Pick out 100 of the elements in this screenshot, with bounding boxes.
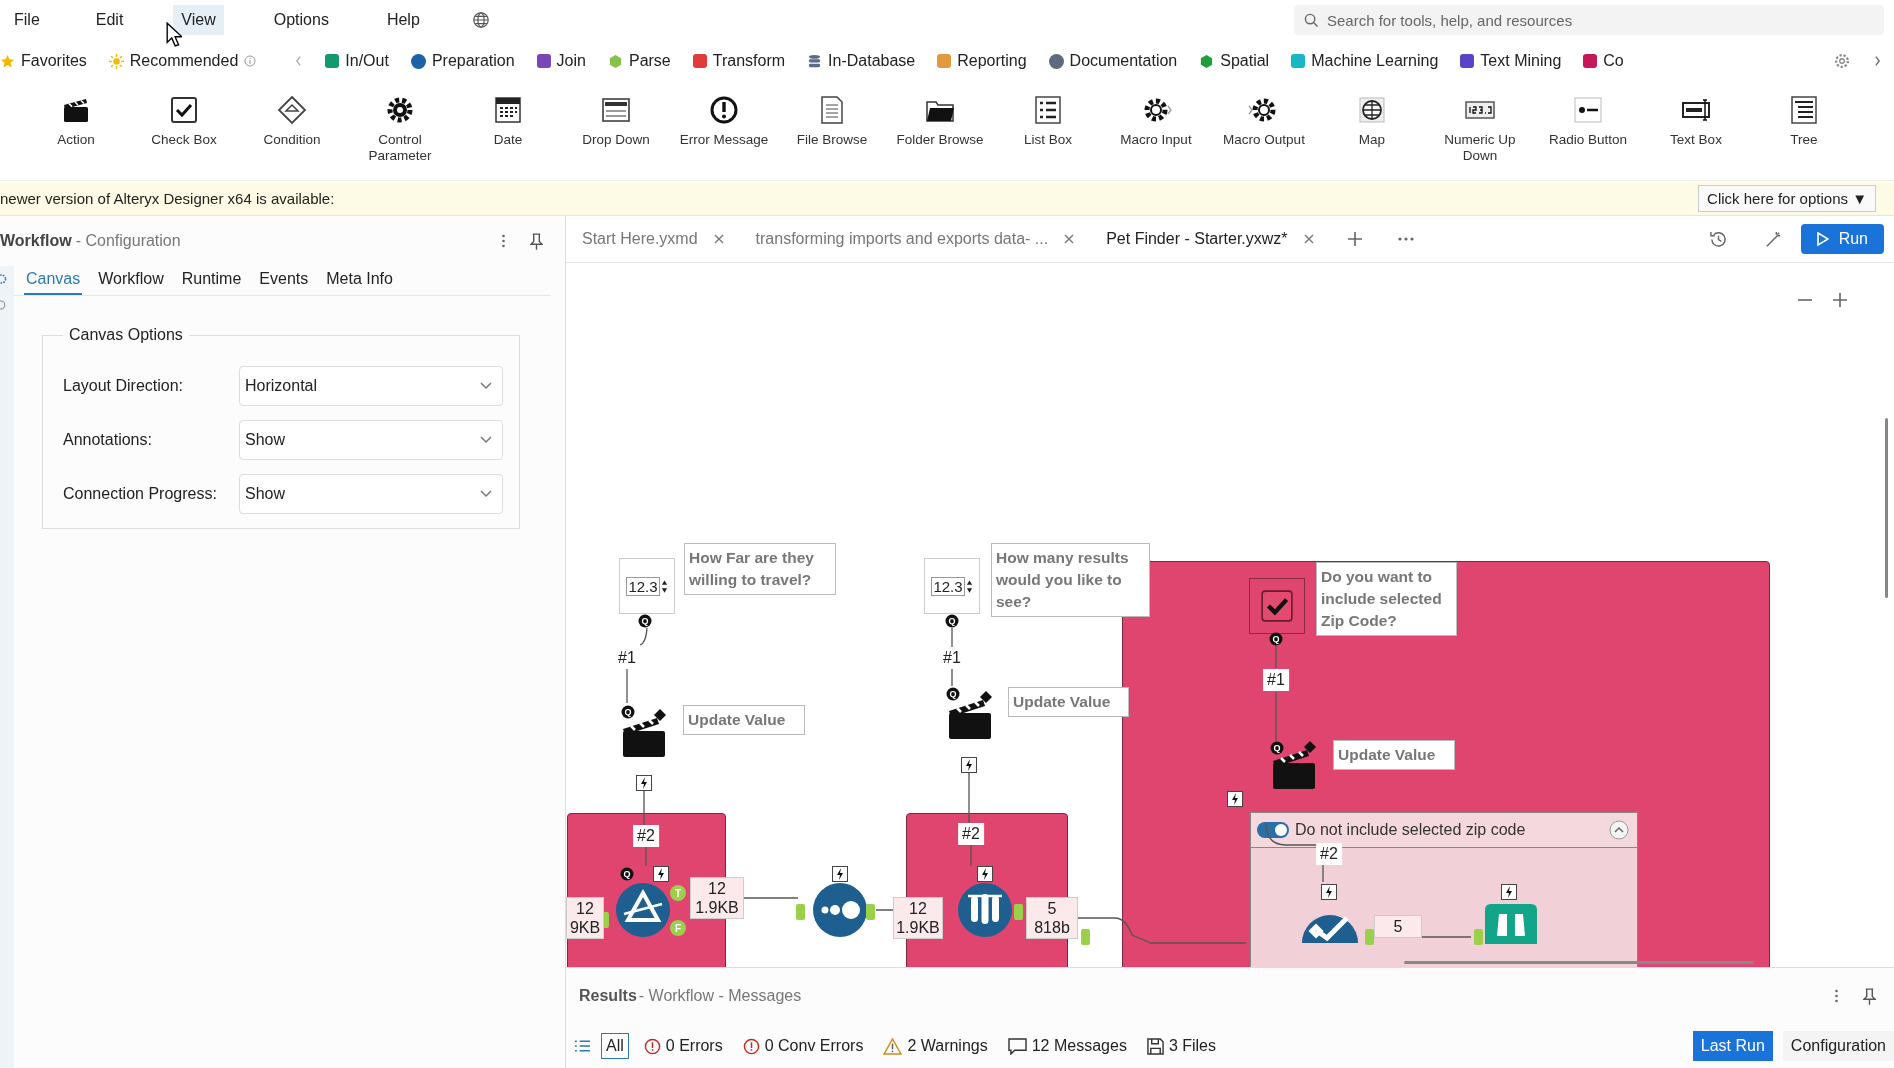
tool-button[interactable]: Macro Output	[1210, 82, 1318, 148]
question-anchor[interactable]: Q	[638, 614, 652, 628]
menu-item[interactable]: View	[173, 5, 224, 35]
category-tab[interactable]: Favorites	[0, 52, 98, 70]
tool-button[interactable]: File Browse	[778, 82, 886, 148]
info-icon[interactable]	[0, 298, 8, 312]
view-button[interactable]: Last Run	[1692, 1031, 1773, 1061]
tool-button[interactable]: List Box	[994, 82, 1102, 148]
chevron-right-icon[interactable]	[1873, 55, 1882, 67]
magic-wand-icon[interactable]	[1763, 229, 1783, 249]
question-anchor[interactable]: Q	[945, 614, 959, 628]
tool-button[interactable]: Drop Down	[562, 82, 670, 148]
tool-button[interactable]: Text Box	[1642, 82, 1750, 148]
question-anchor[interactable]: Q	[946, 687, 960, 701]
filter-tool-icon[interactable]	[616, 883, 670, 937]
category-tab[interactable]: Documentation	[1037, 52, 1189, 70]
pin-icon[interactable]	[1863, 987, 1876, 1005]
zoom-in-icon[interactable]	[1833, 293, 1847, 307]
test-tubes-tool-icon[interactable]	[958, 883, 1012, 937]
clapperboard-icon[interactable]	[947, 691, 995, 741]
lightning-icon[interactable]	[1501, 884, 1517, 900]
dots-tool-icon[interactable]	[813, 883, 867, 937]
clapperboard-icon[interactable]	[1271, 741, 1319, 791]
collapse-icon[interactable]	[1609, 820, 1629, 840]
filter-button[interactable]: 0 Errors	[638, 1033, 728, 1059]
tool-button[interactable]: Folder Browse	[886, 82, 994, 148]
category-tab[interactable]: Transform	[681, 52, 797, 70]
lightning-icon[interactable]	[1321, 884, 1337, 900]
numeric-tool[interactable]: 12.3	[924, 558, 980, 614]
category-tab[interactable]: In/Out	[314, 52, 400, 70]
input-anchor[interactable]	[1081, 929, 1090, 945]
pin-icon[interactable]	[530, 232, 543, 250]
dropdown-field[interactable]: Show	[239, 474, 503, 514]
globe-icon[interactable]	[471, 11, 490, 29]
view-button[interactable]: Configuration	[1782, 1031, 1894, 1061]
category-tab[interactable]: Preparation	[399, 52, 526, 70]
filter-button[interactable]: 0 Conv Errors	[737, 1033, 869, 1059]
config-tab[interactable]: Events	[257, 266, 311, 295]
lightning-icon[interactable]	[832, 866, 848, 882]
tool-button[interactable]: Tree	[1750, 82, 1858, 148]
filter-button[interactable]: 3 Files	[1141, 1033, 1221, 1059]
more-icon[interactable]	[1397, 237, 1414, 241]
config-tab[interactable]: Workflow	[96, 266, 166, 295]
list-icon[interactable]	[574, 1039, 591, 1053]
category-tab[interactable]: Co	[1572, 52, 1635, 70]
category-tab[interactable]: In-Database	[796, 52, 927, 70]
input-anchor[interactable]	[1474, 929, 1483, 945]
category-tab[interactable]: Parse	[596, 52, 682, 70]
more-options-icon[interactable]	[501, 233, 506, 249]
question-anchor[interactable]: Q	[621, 705, 635, 719]
close-icon[interactable]	[713, 234, 724, 244]
menu-item[interactable]: Options	[265, 5, 337, 35]
search-field[interactable]: Search for tools, help, and resources	[1294, 5, 1884, 35]
document-tab[interactable]: transforming imports and exports data- ...	[739, 216, 1091, 262]
tool-button[interactable]: Radio Button	[1534, 82, 1642, 148]
checkbox-tool[interactable]	[1249, 578, 1305, 634]
category-tab[interactable]: Spatial	[1188, 52, 1281, 70]
options-button[interactable]: Click here for options ▼	[1698, 184, 1876, 212]
run-button[interactable]: Run	[1800, 224, 1884, 254]
tool-button[interactable]: Action	[22, 82, 130, 148]
clapperboard-icon[interactable]	[621, 709, 669, 759]
menu-item[interactable]: Edit	[87, 5, 132, 35]
document-tab[interactable]: Start Here.yxmd	[566, 216, 740, 262]
config-tab[interactable]: Meta Info	[324, 266, 395, 295]
lightning-icon[interactable]	[653, 866, 669, 882]
tool-button[interactable]: Control Parameter	[346, 82, 454, 164]
history-icon[interactable]	[1708, 229, 1728, 249]
menu-item[interactable]: Help	[378, 5, 428, 35]
settings-icon[interactable]	[1833, 52, 1851, 70]
lightning-icon[interactable]	[636, 775, 652, 791]
filter-button[interactable]: 12 Messages	[1002, 1033, 1132, 1059]
tool-button[interactable]: Date	[454, 82, 562, 148]
close-icon[interactable]	[1064, 234, 1075, 244]
filter-button[interactable]: 2 Warnings	[878, 1033, 993, 1059]
tool-button[interactable]: Map	[1318, 82, 1426, 148]
toggle-switch[interactable]	[1257, 822, 1289, 838]
menu-item[interactable]: File	[6, 5, 48, 35]
input-anchor[interactable]	[796, 904, 805, 920]
tool-button[interactable]: Numeric Up Down	[1426, 82, 1534, 164]
scrollbar-thumb[interactable]	[1404, 961, 1754, 964]
tool-button[interactable]: Check Box	[130, 82, 238, 148]
tool-button[interactable]: Macro Input	[1102, 82, 1210, 148]
dropdown-field[interactable]: Show	[239, 420, 503, 460]
more-options-icon[interactable]	[1834, 988, 1839, 1004]
category-tab[interactable]: Text Mining	[1449, 52, 1573, 70]
lightning-icon[interactable]	[961, 757, 977, 773]
category-tab[interactable]: Reporting	[926, 52, 1038, 70]
numeric-tool[interactable]: 12.3	[619, 558, 675, 614]
category-tab[interactable]: Recommended	[97, 52, 315, 70]
add-icon[interactable]	[1347, 232, 1362, 246]
category-tab[interactable]: Machine Learning	[1280, 52, 1450, 70]
dropdown-field[interactable]: Horizontal	[239, 366, 503, 406]
lightning-icon[interactable]	[1227, 791, 1243, 807]
lightning-icon[interactable]	[977, 866, 993, 882]
tool-button[interactable]: Condition	[238, 82, 346, 148]
close-icon[interactable]	[1303, 234, 1314, 244]
gear-icon[interactable]	[0, 272, 8, 286]
scrollbar-thumb[interactable]	[1885, 418, 1888, 598]
category-tab[interactable]: Join	[525, 52, 597, 70]
tool-button[interactable]: Error Message	[670, 82, 778, 148]
